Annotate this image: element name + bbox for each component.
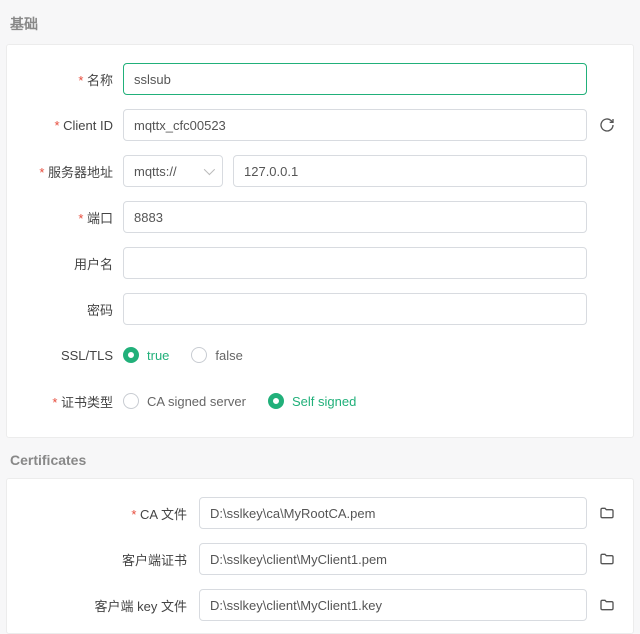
label-password: 密码 — [23, 300, 123, 319]
label-client-id: Client ID — [23, 118, 123, 133]
protocol-select[interactable]: mqtts:// — [123, 155, 223, 187]
section-certs-title: Certificates — [0, 438, 640, 478]
radio-icon — [123, 347, 139, 363]
radio-icon — [268, 393, 284, 409]
refresh-icon[interactable] — [597, 115, 617, 135]
row-port: 端口 — [23, 201, 617, 233]
row-client-cert: 客户端证书 — [23, 543, 617, 575]
label-name: 名称 — [23, 70, 123, 89]
radio-icon — [123, 393, 139, 409]
ssl-false-label: false — [215, 348, 242, 363]
basic-panel: 名称 Client ID 服务器地址 mqtts:// 端口 — [6, 44, 634, 438]
host-input[interactable] — [233, 155, 587, 187]
row-client-key: 客户端 key 文件 — [23, 589, 617, 621]
folder-icon[interactable] — [597, 595, 617, 615]
radio-icon — [191, 347, 207, 363]
row-ca-file: CA 文件 — [23, 497, 617, 529]
label-client-key: 客户端 key 文件 — [23, 596, 199, 615]
cert-self-signed-radio[interactable]: Self signed — [268, 393, 356, 409]
cert-self-signed-label: Self signed — [292, 394, 356, 409]
label-username: 用户名 — [23, 254, 123, 273]
ca-file-input[interactable] — [199, 497, 587, 529]
row-host: 服务器地址 mqtts:// — [23, 155, 617, 187]
port-input[interactable] — [123, 201, 587, 233]
row-password: 密码 — [23, 293, 617, 325]
name-input[interactable] — [123, 63, 587, 95]
row-name: 名称 — [23, 63, 617, 95]
ssl-true-radio[interactable]: true — [123, 347, 169, 363]
password-input[interactable] — [123, 293, 587, 325]
ssl-false-radio[interactable]: false — [191, 347, 242, 363]
section-basic-title: 基础 — [0, 0, 640, 44]
row-username: 用户名 — [23, 247, 617, 279]
folder-icon[interactable] — [597, 549, 617, 569]
client-cert-input[interactable] — [199, 543, 587, 575]
row-ssl: SSL/TLS true false — [23, 339, 617, 371]
client-id-input[interactable] — [123, 109, 587, 141]
username-input[interactable] — [123, 247, 587, 279]
label-ssl: SSL/TLS — [23, 348, 123, 363]
row-client-id: Client ID — [23, 109, 617, 141]
ssl-radio-group: true false — [123, 347, 243, 363]
label-client-cert: 客户端证书 — [23, 550, 199, 569]
label-host: 服务器地址 — [23, 162, 123, 181]
client-key-input[interactable] — [199, 589, 587, 621]
row-cert-type: 证书类型 CA signed server Self signed — [23, 385, 617, 417]
protocol-value: mqtts:// — [134, 164, 177, 179]
cert-ca-signed-label: CA signed server — [147, 394, 246, 409]
folder-icon[interactable] — [597, 503, 617, 523]
cert-ca-signed-radio[interactable]: CA signed server — [123, 393, 246, 409]
cert-type-radio-group: CA signed server Self signed — [123, 393, 356, 409]
ssl-true-label: true — [147, 348, 169, 363]
chevron-down-icon — [204, 164, 215, 175]
label-cert-type: 证书类型 — [23, 392, 123, 411]
label-ca-file: CA 文件 — [23, 504, 199, 523]
certs-panel: CA 文件 客户端证书 客户端 key 文件 — [6, 478, 634, 634]
label-port: 端口 — [23, 208, 123, 227]
